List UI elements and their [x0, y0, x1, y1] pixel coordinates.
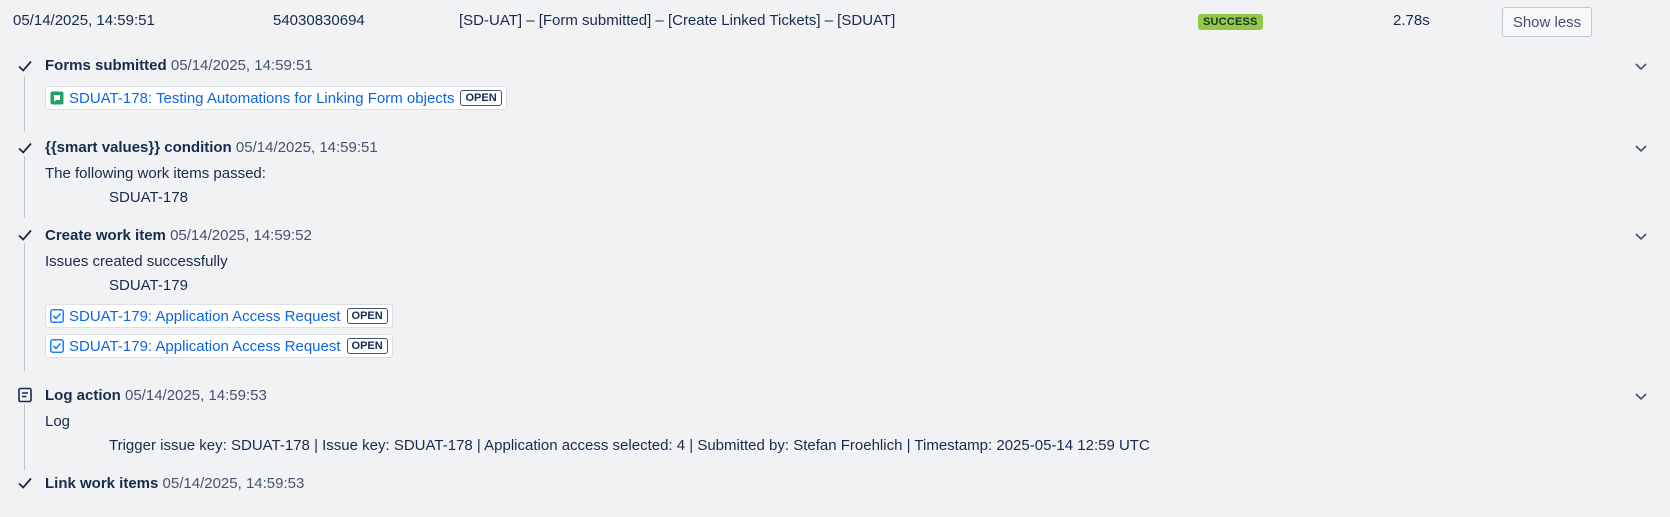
show-less-button[interactable]: Show less — [1502, 7, 1592, 37]
task-icon — [50, 309, 64, 323]
chevron-down-icon[interactable] — [1633, 228, 1649, 244]
step-message: Issues created successfully — [45, 253, 228, 270]
task-icon — [50, 339, 64, 353]
status-lozenge: OPEN — [346, 338, 388, 354]
rule-name: [SD-UAT] – [Form submitted] – [Create Li… — [459, 12, 896, 29]
check-icon — [16, 226, 34, 244]
check-icon — [16, 474, 34, 492]
status-badge: SUCCESS — [1198, 14, 1263, 30]
step-title: Create work item 05/14/2025, 14:59:52 — [45, 227, 312, 244]
step-message: Log — [45, 413, 71, 430]
execution-duration: 2.78s — [1393, 12, 1430, 29]
work-item-card[interactable]: SDUAT-179: Application Access Request OP… — [45, 304, 393, 328]
step-title: Log action 05/14/2025, 14:59:53 — [45, 387, 267, 404]
step-detail: SDUAT-179 — [109, 277, 188, 294]
check-icon — [16, 57, 34, 75]
log-message: Trigger issue key: SDUAT-178 | Issue key… — [109, 437, 1150, 454]
timeline-line — [24, 156, 25, 218]
step-detail: SDUAT-178 — [109, 189, 188, 206]
work-item-card[interactable]: SDUAT-178: Testing Automations for Linki… — [45, 86, 507, 110]
work-item-link[interactable]: SDUAT-179: Application Access Request — [69, 308, 341, 325]
execution-datetime: 05/14/2025, 14:59:51 — [13, 12, 155, 29]
work-item-link[interactable]: SDUAT-178: Testing Automations for Linki… — [69, 90, 454, 107]
status-lozenge: OPEN — [346, 308, 388, 324]
execution-id: 54030830694 — [273, 12, 365, 29]
step-title: {{smart values}} condition 05/14/2025, 1… — [45, 139, 378, 156]
step-title: Link work items 05/14/2025, 14:59:53 — [45, 475, 305, 492]
chevron-down-icon[interactable] — [1633, 58, 1649, 74]
step-title: Forms submitted 05/14/2025, 14:59:51 — [45, 57, 313, 74]
chevron-down-icon[interactable] — [1633, 140, 1649, 156]
work-item-link[interactable]: SDUAT-179: Application Access Request — [69, 338, 341, 355]
audit-log-panel: 05/14/2025, 14:59:51 54030830694 [SD-UAT… — [0, 0, 1670, 517]
work-item-card[interactable]: SDUAT-179: Application Access Request OP… — [45, 334, 393, 358]
timeline-line — [24, 243, 25, 371]
timeline-line — [24, 404, 25, 470]
form-icon — [50, 91, 64, 105]
check-icon — [16, 139, 34, 157]
audit-log-row-header[interactable]: 05/14/2025, 14:59:51 54030830694 [SD-UAT… — [0, 0, 1670, 44]
step-message: The following work items passed: — [45, 165, 266, 182]
chevron-down-icon[interactable] — [1633, 388, 1649, 404]
status-lozenge: OPEN — [460, 90, 502, 106]
timeline-line — [24, 76, 25, 132]
log-icon — [16, 386, 34, 404]
